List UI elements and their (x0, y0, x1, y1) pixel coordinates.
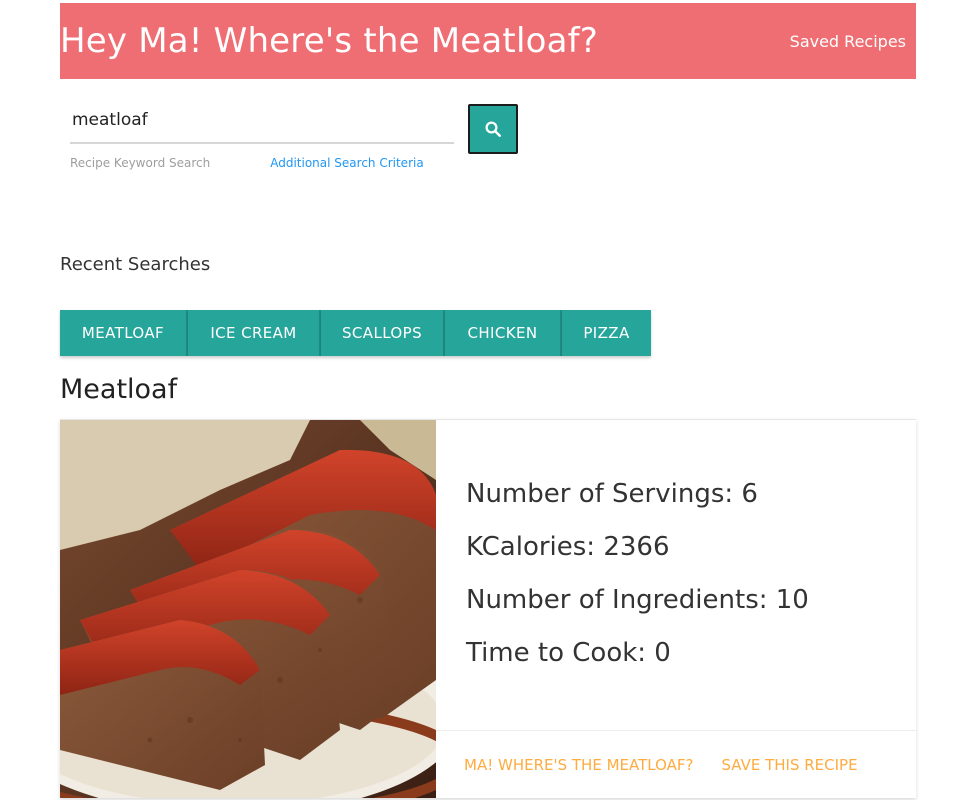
navbar: Hey Ma! Where's the Meatloaf? Saved Reci… (60, 3, 916, 79)
meatloaf-image-art (60, 420, 436, 798)
recipe-stats: Number of Servings: 6 KCalories: 2366 Nu… (466, 468, 809, 680)
recent-searches-title: Recent Searches (60, 254, 211, 275)
brand-logo-link[interactable]: Hey Ma! Where's the Meatloaf? (60, 21, 598, 61)
recent-chip-scallops[interactable]: SCALLOPS (321, 310, 445, 356)
card-actions: MA! WHERE'S THE MEATLOAF? SAVE THIS RECI… (436, 730, 916, 798)
stat-kcalories: KCalories: 2366 (466, 532, 670, 562)
stat-servings: Number of Servings: 6 (466, 479, 758, 509)
saved-recipes-link[interactable]: Saved Recipes (790, 32, 906, 51)
search-helper-label: Recipe Keyword Search (70, 156, 211, 170)
search-field: Recipe Keyword Search Additional Search … (70, 104, 454, 170)
stat-time-to-cook: Time to Cook: 0 (466, 638, 671, 668)
additional-search-criteria-link[interactable]: Additional Search Criteria (270, 156, 423, 170)
recent-searches-chips: MEATLOAF ICE CREAM SCALLOPS CHICKEN PIZZ… (60, 310, 651, 356)
save-recipe-link[interactable]: SAVE THIS RECIPE (721, 756, 857, 774)
search-input[interactable] (70, 104, 454, 144)
stat-ingredients: Number of Ingredients: 10 (466, 585, 809, 615)
search-helper: Recipe Keyword Search Additional Search … (70, 156, 454, 170)
search-button[interactable] (468, 104, 518, 154)
recent-chip-chicken[interactable]: CHICKEN (445, 310, 562, 356)
recent-chip-pizza[interactable]: PIZZA (562, 310, 651, 356)
recent-chip-meatloaf[interactable]: MEATLOAF (60, 310, 188, 356)
recipe-title: Meatloaf (60, 374, 178, 405)
recent-chip-ice-cream[interactable]: ICE CREAM (188, 310, 321, 356)
recipe-card-body: Number of Servings: 6 KCalories: 2366 Nu… (436, 420, 916, 798)
search-icon (485, 121, 501, 137)
where-is-meatloaf-link[interactable]: MA! WHERE'S THE MEATLOAF? (464, 756, 693, 774)
recipe-image (60, 420, 436, 798)
recipe-card: Number of Servings: 6 KCalories: 2366 Nu… (60, 419, 916, 798)
